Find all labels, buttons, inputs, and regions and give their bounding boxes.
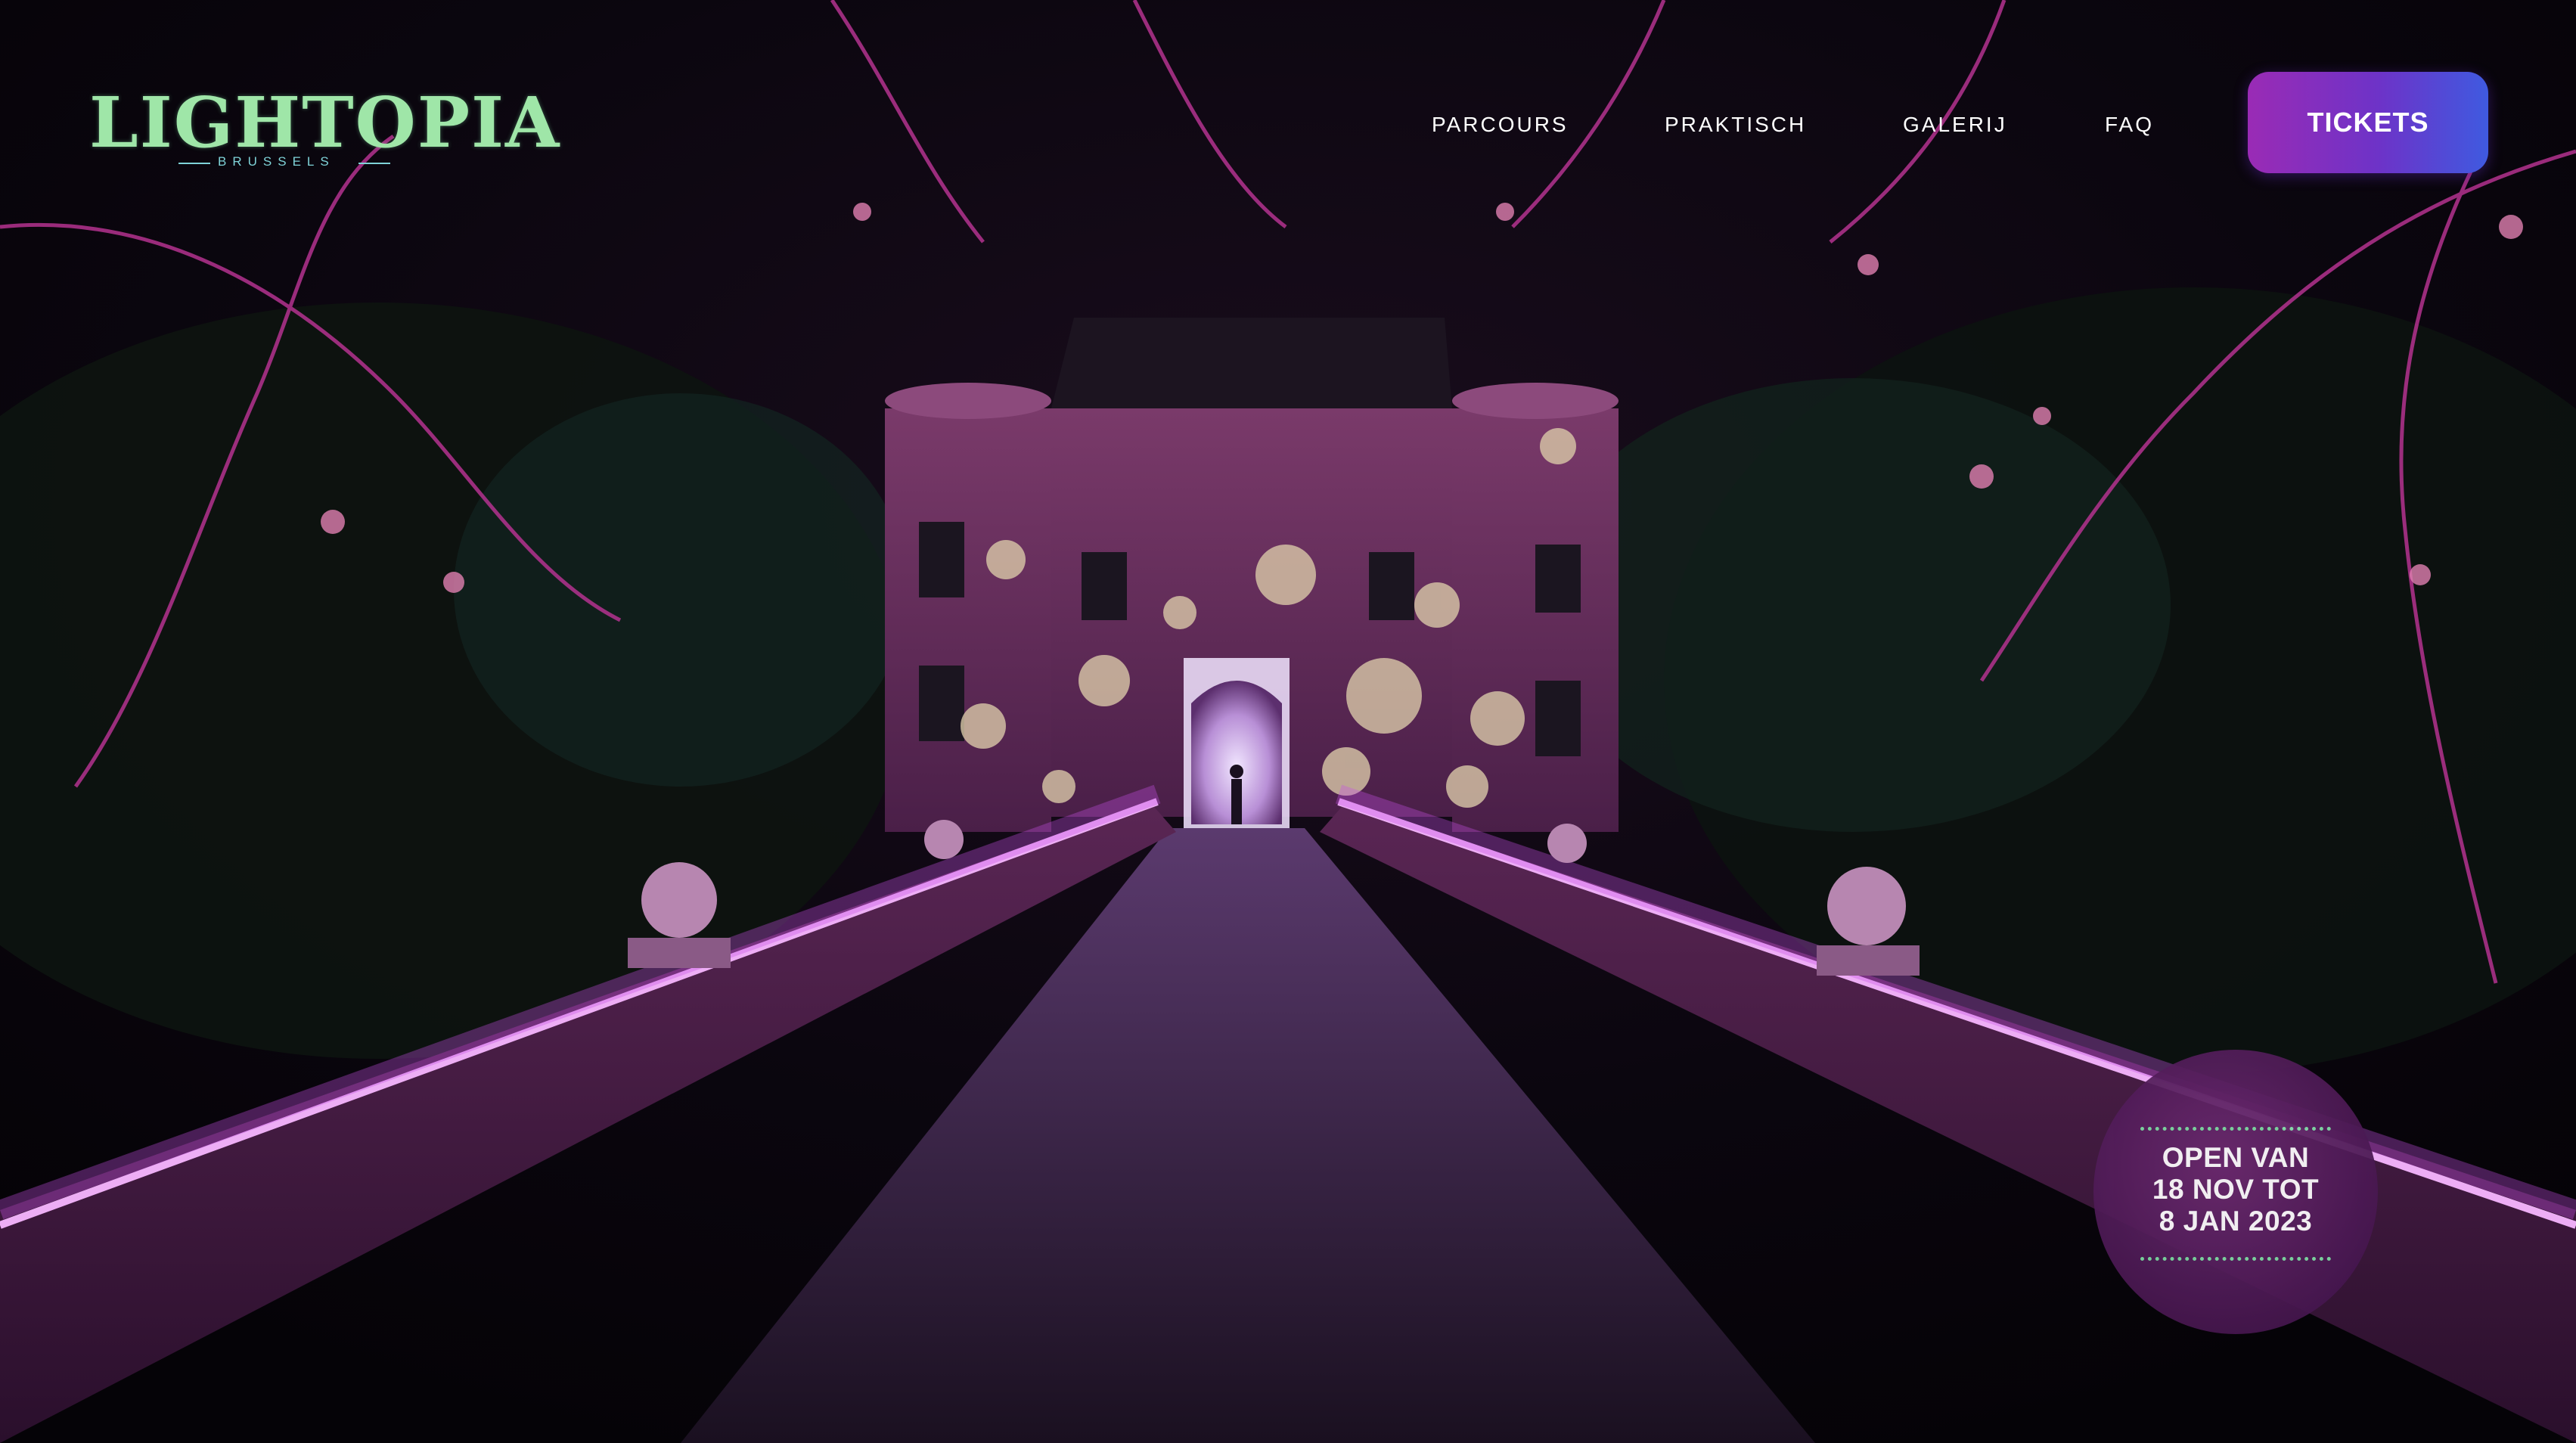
badge-line-2: 18 NOV TOT [2152,1174,2320,1205]
nav-praktisch[interactable]: PRAKTISCH [1665,113,1806,137]
badge-line-3: 8 JAN 2023 [2159,1206,2313,1237]
nav-faq[interactable]: FAQ [2105,113,2154,137]
logo-wordmark: LIGHTOPIA [89,82,561,163]
tickets-button[interactable]: TICKETS [2248,72,2488,173]
badge-dotted-divider [2140,1127,2331,1131]
logo-divider [358,163,390,164]
badge-line-1: OPEN VAN [2162,1142,2310,1173]
nav-galerij[interactable]: GALERIJ [1903,113,2007,137]
logo-subtitle: BRUSSELS [218,154,335,169]
lightopia-logo[interactable]: LIGHTOPIA BRUSSELS [89,85,559,174]
logo-divider [178,163,210,164]
opening-dates-badge: OPEN VAN 18 NOV TOT 8 JAN 2023 [2093,1050,2378,1334]
badge-dotted-divider [2140,1257,2331,1261]
nav-parcours[interactable]: PARCOURS [1432,113,1569,137]
